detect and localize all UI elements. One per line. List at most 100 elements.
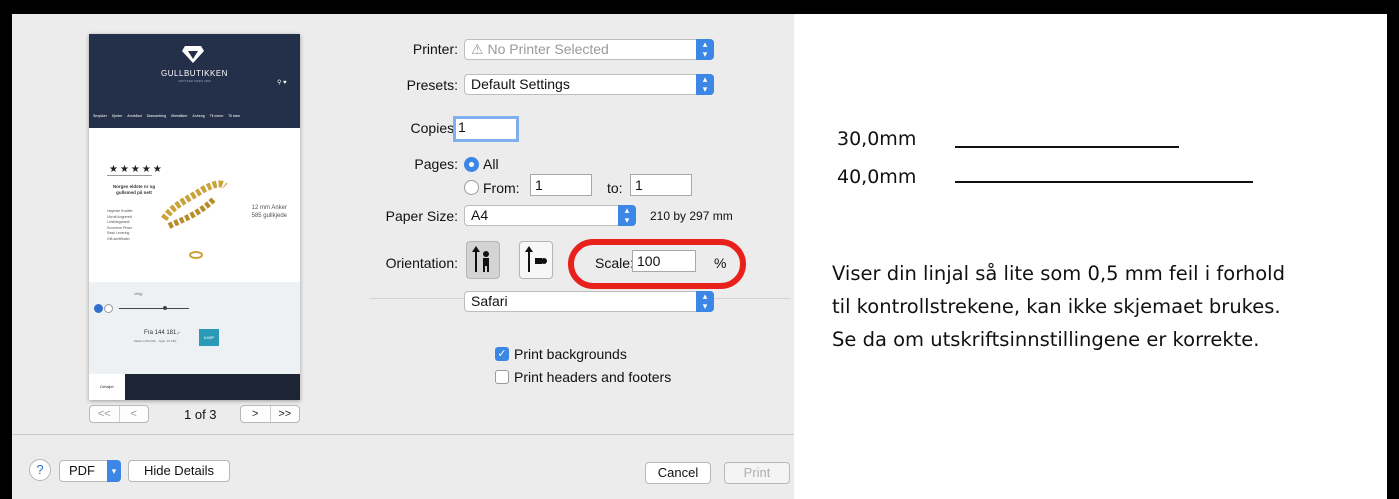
preview-tagline: SMYKKER SIDEN 1950 (178, 79, 211, 83)
paper-size-popup[interactable]: A4 ▴ ▾ (464, 205, 636, 226)
ruler-label-40mm: 40,0mm (837, 166, 917, 188)
preview-color-dot (94, 304, 103, 313)
stepper-arrows-icon: ▴ ▾ (696, 74, 714, 95)
print-dialog: GULLBUTIKKEN SMYKKER SIDEN 1950 ⚲ ♥ Smyk… (12, 14, 794, 499)
preview-color-dot (104, 304, 113, 313)
scale-highlight-ring (568, 239, 746, 289)
preview-nav-item: Anheng (192, 114, 205, 118)
print-backgrounds-label: Print backgrounds (514, 346, 627, 362)
preview-nav-item: Armbånd (127, 114, 142, 118)
preview-heading: Norges eldste nr og gullsmed på nett (112, 184, 156, 195)
presets-value: Default Settings (471, 76, 570, 92)
landscape-orientation-button[interactable] (519, 241, 553, 279)
ruler-label-30mm: 30,0mm (837, 128, 917, 150)
preview-bullet: Rask Levering (107, 231, 130, 235)
warning-icon: ⚠ (471, 41, 488, 57)
pages-all-label: All (483, 156, 499, 172)
chevron-down-icon[interactable]: ▾ (107, 460, 121, 482)
paper-size-dimensions: 210 by 297 mm (650, 209, 733, 223)
page-nav-back: << < (89, 405, 149, 423)
pages-from-label: From: (483, 180, 520, 196)
copies-field[interactable]: 1 (453, 116, 519, 142)
paper-size-value: A4 (471, 207, 489, 223)
last-page-button[interactable]: >> (269, 406, 300, 422)
section-popup[interactable]: Safari ▴ ▾ (464, 291, 714, 312)
preview-bullets: Høyeste Kvalitet Ubrutt Angrerett Livsti… (107, 209, 132, 242)
right-border (1387, 0, 1399, 499)
top-border (0, 0, 1399, 14)
preview-nav-item: Diamantring (146, 114, 167, 118)
pages-range-radio[interactable] (464, 180, 479, 195)
presets-popup[interactable]: Default Settings ▴ ▾ (464, 74, 714, 95)
printer-label: Printer: (412, 41, 458, 57)
preview-velg: Velg: (134, 291, 143, 296)
cancel-button[interactable]: Cancel (645, 462, 711, 484)
preview-nav-item: Til barn (228, 114, 241, 118)
gold-chain-image (161, 180, 228, 229)
pages-to-label: to: (607, 180, 623, 196)
presets-label: Presets: (406, 77, 458, 93)
checkmark-icon: ✓ (497, 348, 507, 360)
preview-slider (119, 308, 189, 309)
page-preview: GULLBUTIKKEN SMYKKER SIDEN 1950 ⚲ ♥ Smyk… (89, 34, 300, 400)
left-border (0, 0, 12, 499)
previous-page-button[interactable]: < (118, 406, 149, 422)
first-page-button[interactable]: << (90, 406, 119, 422)
printer-value: No Printer Selected (487, 41, 609, 57)
preview-nav-item: Til menn (209, 114, 224, 118)
preview-stars: ★★★★★ (109, 164, 164, 175)
preview-bullet: Livstidsgaranti (107, 220, 130, 224)
portrait-person-icon (472, 246, 489, 272)
pages-all-radio[interactable] (464, 157, 479, 172)
stepper-arrows-icon: ▴ ▾ (696, 291, 714, 312)
gold-ring-image (189, 251, 203, 259)
preview-bullet: Høyeste Kvalitet (107, 209, 133, 213)
ruler-note-line: Viser din linjal så lite som 0,5 mm feil… (832, 262, 1285, 285)
pages-label: Pages: (414, 156, 458, 172)
preview-nav-item: Kjeder (111, 114, 123, 118)
ruler-line-40mm (955, 181, 1253, 183)
preview-header-icons: ⚲ ♥ (277, 80, 287, 86)
ruler-note-line: Se da om utskriftsinnstillingene er korr… (832, 328, 1260, 351)
ruler-note: Viser din linjal så lite som 0,5 mm feil… (832, 257, 1372, 356)
page-nav-forward: > >> (240, 405, 300, 423)
preview-brand: GULLBUTIKKEN (161, 69, 228, 78)
preview-purchase-box: Velg: Fra 144 181,- Mellom 200 KRL · Spa… (89, 282, 300, 374)
preview-nav-item: Smykker (93, 114, 107, 118)
orientation-label: Orientation: (385, 255, 458, 271)
help-button[interactable]: ? (29, 459, 51, 481)
next-page-button[interactable]: > (241, 406, 270, 422)
diamond-logo-icon (182, 46, 204, 63)
pdf-label: PDF (69, 463, 95, 478)
landscape-person-icon (525, 246, 547, 272)
preview-divider (107, 175, 152, 176)
ruler-note-line: til kontrollstrekene, kan ikke skjemaet … (832, 295, 1281, 318)
preview-price-sub: Mellom 200 KRL · Spar: 15 KRL (134, 339, 177, 343)
ruler-line-30mm (955, 146, 1179, 148)
hide-details-button[interactable]: Hide Details (128, 460, 230, 482)
preview-nav: Smykker Kjeder Armbånd Diamantring Ørest… (93, 114, 298, 118)
section-value: Safari (471, 293, 508, 309)
footer-divider (12, 434, 794, 435)
preview-nav-item: Ørestikker (171, 114, 188, 118)
print-button[interactable]: Print (724, 462, 790, 484)
preview-product-name: 12 mm Anker 585 gullkjede (251, 205, 287, 219)
portrait-orientation-button[interactable] (466, 241, 500, 279)
preview-tab: Detaljer (89, 374, 125, 400)
preview-header: GULLBUTIKKEN SMYKKER SIDEN 1950 ⚲ ♥ Smyk… (89, 34, 300, 128)
copies-label: Copies: (410, 120, 458, 136)
page-count: 1 of 3 (184, 407, 217, 422)
print-headers-footers-checkbox[interactable] (495, 370, 509, 384)
preview-price: Fra 144 181,- (144, 330, 181, 336)
pages-to-field[interactable]: 1 (630, 174, 692, 196)
stepper-arrows-icon: ▴ ▾ (696, 39, 714, 60)
printer-popup[interactable]: ⚠ No Printer Selected ▴ ▾ (464, 39, 714, 60)
preview-bullet: Gift-sertifikater (107, 236, 130, 241)
pages-from-field[interactable]: 1 (530, 174, 592, 196)
paper-size-label: Paper Size: (385, 208, 458, 224)
preview-slider-knob (163, 306, 167, 310)
preview-buy-button: KJØP (199, 329, 219, 346)
print-headers-footers-label: Print headers and footers (514, 369, 672, 385)
stepper-arrows-icon: ▴ ▾ (618, 205, 636, 226)
print-backgrounds-checkbox[interactable]: ✓ (495, 347, 509, 361)
